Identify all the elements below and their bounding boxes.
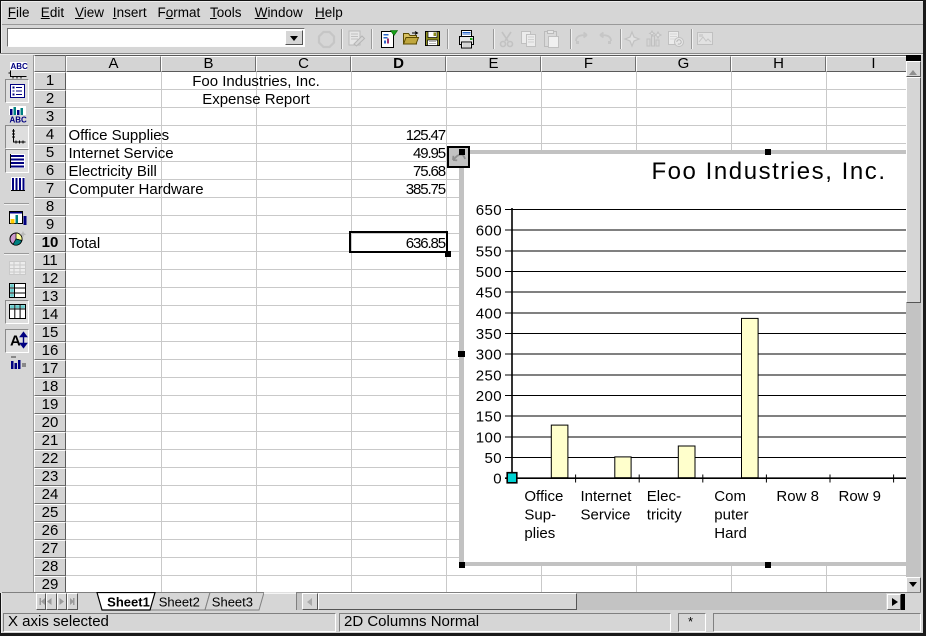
svg-text:tricity: tricity bbox=[646, 507, 681, 524]
svg-text:Elec-: Elec- bbox=[646, 488, 680, 505]
svg-text:250: 250 bbox=[475, 367, 501, 384]
svg-text:Office: Office bbox=[524, 488, 563, 505]
svg-text:Row 8: Row 8 bbox=[776, 488, 819, 505]
svg-text:50: 50 bbox=[484, 450, 502, 467]
svg-text:A: A bbox=[10, 333, 21, 350]
svg-text:Sheet2: Sheet2 bbox=[159, 595, 200, 610]
svg-text:Sheet1: Sheet1 bbox=[107, 595, 150, 610]
svg-text:150: 150 bbox=[475, 409, 501, 426]
svg-text:450: 450 bbox=[475, 285, 501, 302]
svg-text:Sup-: Sup- bbox=[524, 507, 556, 524]
svg-text:200: 200 bbox=[475, 388, 501, 405]
svg-text:ABC: ABC bbox=[9, 116, 27, 125]
svg-text:0: 0 bbox=[493, 471, 502, 488]
svg-text:puter: puter bbox=[714, 507, 748, 524]
svg-text:500: 500 bbox=[475, 264, 501, 281]
svg-text:600: 600 bbox=[475, 223, 501, 240]
svg-text:Row 9: Row 9 bbox=[838, 488, 881, 505]
svg-text:Hard: Hard bbox=[714, 525, 747, 542]
svg-text:Service: Service bbox=[580, 507, 630, 524]
svg-text:650: 650 bbox=[475, 202, 501, 219]
svg-text:ABC: ABC bbox=[10, 62, 28, 71]
svg-text:Sheet3: Sheet3 bbox=[212, 595, 253, 610]
svg-text:Internet: Internet bbox=[580, 488, 632, 505]
svg-text:300: 300 bbox=[475, 347, 501, 364]
svg-text:plies: plies bbox=[524, 525, 555, 542]
svg-text:400: 400 bbox=[475, 305, 501, 322]
svg-text:550: 550 bbox=[475, 243, 501, 260]
svg-text:100: 100 bbox=[475, 429, 501, 446]
svg-text:350: 350 bbox=[475, 326, 501, 343]
svg-text:Com: Com bbox=[714, 488, 746, 505]
